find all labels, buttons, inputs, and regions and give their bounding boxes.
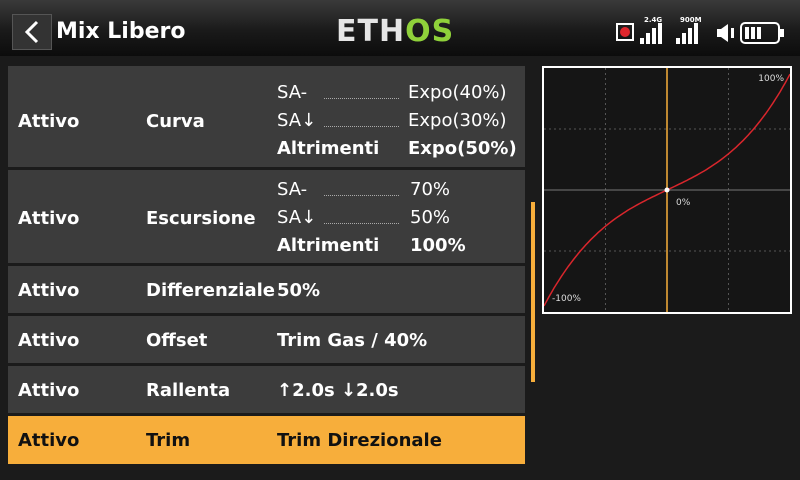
dotted-leader — [324, 195, 399, 196]
curve-condition-sa-down[interactable]: SA↓ Expo(30%) — [277, 110, 525, 134]
dotted-leader — [324, 98, 399, 99]
row-status: Attivo — [18, 280, 80, 301]
row-status: Attivo — [18, 380, 80, 401]
row-status: Attivo — [18, 111, 80, 132]
chevron-left-icon — [24, 20, 39, 44]
condition-key: Altrimenti — [277, 138, 380, 159]
signal-900m-label: 900M — [680, 16, 702, 24]
row-label: Differenziale — [146, 280, 275, 301]
graph-label-center: 0% — [676, 198, 691, 208]
signal-900m-icon: 900M — [676, 16, 702, 44]
row-rallenta[interactable]: Attivo Rallenta ↑2.0s ↓2.0s — [8, 366, 525, 416]
row-label: Offset — [146, 330, 208, 351]
row-status: Attivo — [18, 208, 80, 229]
signal-2-4g-icon: 2.4G — [640, 16, 664, 44]
row-status: Attivo — [18, 330, 80, 351]
curve-condition-otherwise[interactable]: Altrimenti Expo(50%) — [277, 138, 525, 162]
condition-value: Expo(30%) — [408, 110, 507, 131]
top-bar: Mix Libero ETHOS 2.4G 900M — [0, 0, 800, 56]
condition-value: 100% — [410, 235, 466, 256]
battery-icon — [740, 22, 784, 44]
row-label: Escursione — [146, 208, 256, 229]
row-value: 50% — [277, 280, 321, 301]
status-bar: 2.4G 900M — [610, 0, 800, 56]
row-curva[interactable]: Attivo Curva SA- Expo(40%) SA↓ Expo(30%)… — [8, 66, 525, 170]
row-label: Trim — [146, 430, 191, 451]
list-scrollbar[interactable] — [531, 202, 535, 382]
condition-key: SA↓ — [277, 110, 317, 131]
curve-graph: 100% 0% -100% — [542, 66, 792, 314]
logo-text-main: ETH — [336, 14, 406, 49]
dotted-leader — [324, 223, 399, 224]
weight-condition-sa-mid[interactable]: SA- 70% — [277, 179, 525, 203]
graph-label-top: 100% — [758, 74, 784, 84]
curve-graph-svg — [544, 68, 790, 312]
condition-key: SA↓ — [277, 207, 317, 228]
graph-label-bottom: -100% — [552, 294, 581, 304]
row-trim[interactable]: Attivo Trim Trim Direzionale — [8, 416, 525, 464]
curve-condition-sa-mid[interactable]: SA- Expo(40%) — [277, 82, 525, 106]
condition-key: Altrimenti — [277, 235, 380, 256]
mix-settings-list: Attivo Curva SA- Expo(40%) SA↓ Expo(30%)… — [8, 66, 525, 464]
condition-key: SA- — [277, 179, 308, 200]
condition-value: 70% — [410, 179, 451, 200]
condition-value: Expo(40%) — [408, 82, 507, 103]
row-value: Trim Direzionale — [277, 430, 442, 451]
condition-value: 50% — [410, 207, 451, 228]
dotted-leader — [324, 126, 399, 127]
row-value: Trim Gas / 40% — [277, 330, 428, 351]
row-label: Rallenta — [146, 380, 231, 401]
row-value: ↑2.0s ↓2.0s — [277, 380, 399, 401]
ethos-logo: ETHOS — [336, 14, 454, 49]
page-title: Mix Libero — [56, 19, 186, 44]
condition-key: SA- — [277, 82, 308, 103]
weight-condition-otherwise[interactable]: Altrimenti 100% — [277, 235, 525, 259]
back-button[interactable] — [12, 14, 52, 50]
condition-value: Expo(50%) — [408, 138, 517, 159]
row-offset[interactable]: Attivo Offset Trim Gas / 40% — [8, 316, 525, 366]
speaker-icon[interactable] — [716, 22, 738, 44]
record-icon[interactable] — [616, 23, 634, 41]
row-differenziale[interactable]: Attivo Differenziale 50% — [8, 266, 525, 316]
row-status: Attivo — [18, 430, 80, 451]
graph-center-point — [664, 187, 670, 193]
logo-text-accent: OS — [405, 14, 455, 49]
row-label: Curva — [146, 111, 205, 132]
weight-condition-sa-down[interactable]: SA↓ 50% — [277, 207, 525, 231]
row-escursione[interactable]: Attivo Escursione SA- 70% SA↓ 50% Altrim… — [8, 170, 525, 266]
